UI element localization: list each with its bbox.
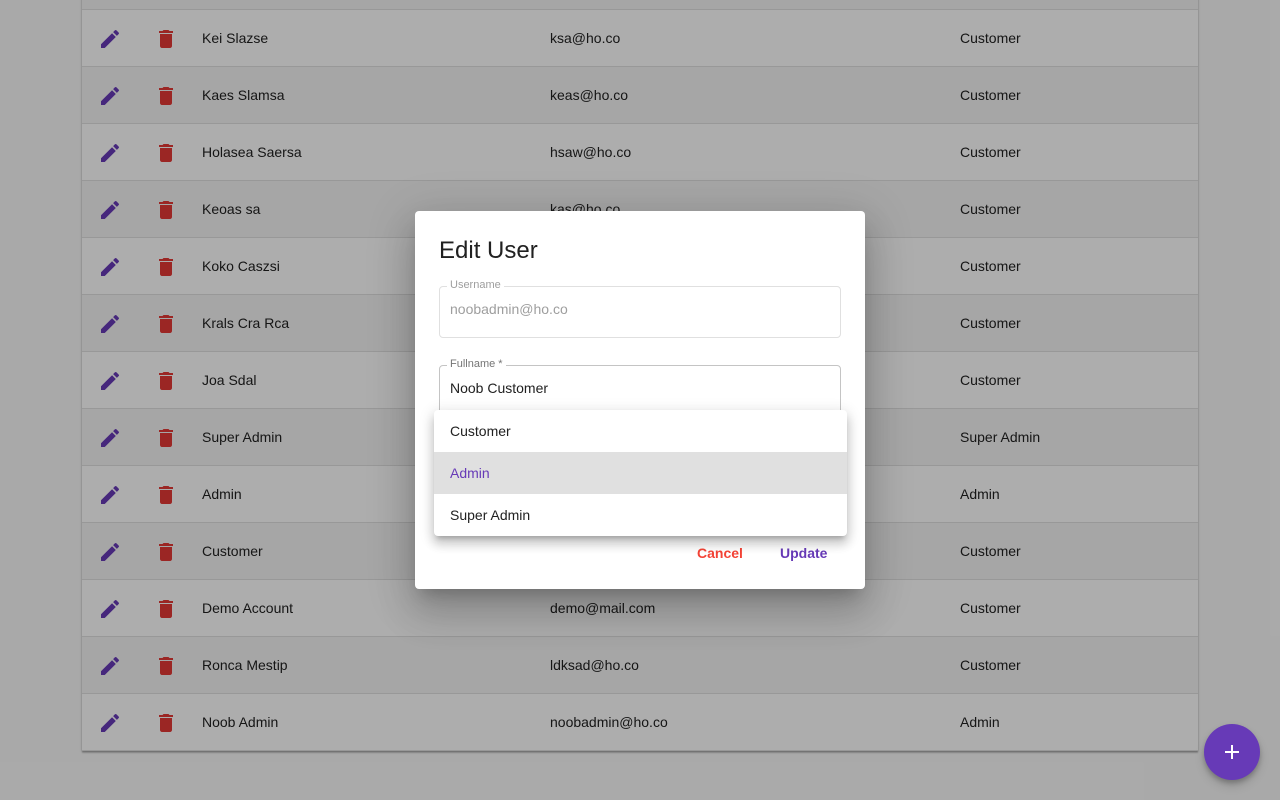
- add-user-button[interactable]: [1204, 724, 1260, 780]
- username-input: [450, 301, 830, 317]
- role-select-menu: Customer Admin Super Admin: [434, 410, 847, 536]
- dialog-title: Edit User: [439, 237, 538, 264]
- role-option-customer[interactable]: Customer: [434, 410, 847, 452]
- cancel-button[interactable]: Cancel: [697, 545, 743, 561]
- fullname-label: Fullname *: [447, 358, 506, 370]
- role-option-admin[interactable]: Admin: [434, 452, 847, 494]
- username-label: Username: [447, 279, 504, 291]
- role-option-super-admin[interactable]: Super Admin: [434, 494, 847, 536]
- fullname-input[interactable]: [450, 380, 830, 396]
- dialog-actions: Cancel Update: [415, 545, 865, 565]
- update-button[interactable]: Update: [780, 545, 827, 561]
- username-field: Username: [439, 279, 841, 338]
- plus-icon: [1225, 745, 1239, 759]
